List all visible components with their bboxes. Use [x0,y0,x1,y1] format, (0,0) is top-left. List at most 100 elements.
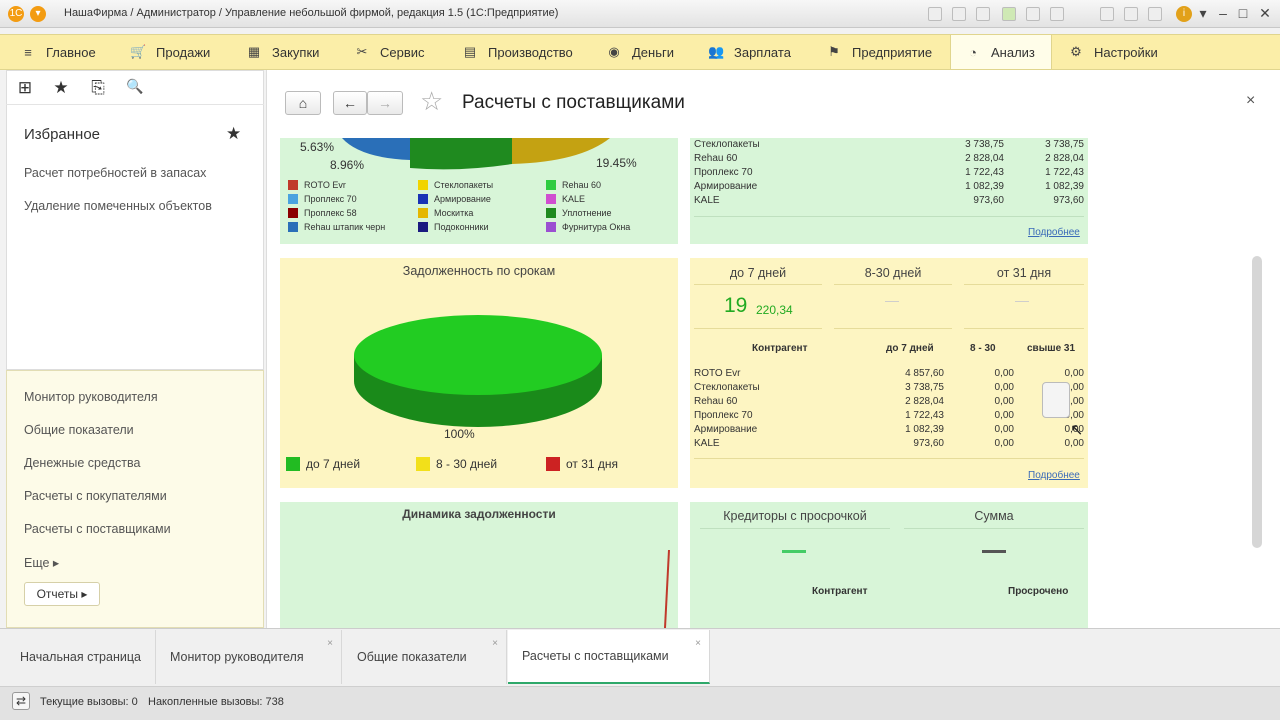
close-form-icon[interactable]: × [1246,92,1255,110]
calls-monitor-icon[interactable]: ⇄ [12,692,30,710]
history-icon[interactable] [1002,7,1016,21]
menu-item-production[interactable]: ▤ Производство [462,35,573,69]
notes-icon[interactable] [1124,7,1138,21]
tab-supplier-settlements[interactable]: Расчеты с поставщиками × [508,630,710,684]
table-cell: Проплекс 70 [694,167,753,178]
table-cell: 4 857,60 [905,368,944,379]
cart-icon: 🛒 [130,44,147,59]
accumulated-calls: Накопленные вызовы: 738 [148,696,284,708]
minimize-icon[interactable]: – [1214,5,1232,21]
favorite-star-icon[interactable]: ☆ [420,86,443,117]
menu-item-settings[interactable]: ⚙ Настройки [1068,35,1158,69]
legend-swatch [546,180,556,190]
legend-swatch [286,457,300,471]
legend-swatch [418,180,428,190]
table-cell: 973,60 [973,195,1004,206]
nav-more[interactable]: Еще ▸ [24,555,59,570]
favorites-icon[interactable] [1100,7,1114,21]
pie-label: 5.63% [300,140,335,154]
pie-label: 19.45% [596,156,637,170]
table-cell: 1 722,43 [1045,167,1084,178]
table-cell: 3 738,75 [965,139,1004,150]
column-header: Кредиторы с просрочкой [723,509,867,523]
divider [904,528,1084,529]
legend-item: Подоконники [418,222,489,232]
nav-monitor[interactable]: Монитор руководителя [24,390,158,404]
nav-customer-settlements[interactable]: Расчеты с покупателями [24,489,167,503]
close-icon[interactable]: × [492,638,498,649]
history-icon[interactable]: ⎘ [87,78,109,98]
legend-swatch [288,180,298,190]
favorite-item[interactable]: Расчет потребностей в запасах [24,166,206,180]
calendar-icon[interactable] [928,7,942,21]
app-menu-icon[interactable]: ▾ [30,6,46,22]
reports-button[interactable]: Отчеты ▸ [24,582,100,606]
menu-item-analysis[interactable]: ◔ Анализ [950,35,1052,69]
pie-slice [342,138,410,160]
table-cell: Rehau 60 [694,396,738,407]
menu-item-sales[interactable]: 🛒 Продажи [130,35,210,69]
table-cell: 1 082,39 [965,181,1004,192]
table-cell: 3 738,75 [905,382,944,393]
star-icon[interactable]: ★ [50,78,72,98]
legend-item: Rehau 60 [546,180,601,190]
table-cell: Стеклопакеты [694,139,760,150]
legend-item: Проплекс 70 [288,194,357,204]
grid-icon[interactable]: ⊞ [14,78,36,98]
home-button[interactable]: ⌂ [285,91,321,115]
tools-icon: ✂ [356,44,368,59]
table-cell: 1 722,43 [905,410,944,421]
tab-home[interactable]: Начальная страница [6,630,156,684]
app-logo-icon[interactable]: 1С [8,6,24,22]
star-icon[interactable]: ★ [226,124,241,144]
divider [834,284,952,285]
close-icon[interactable]: × [695,638,701,649]
scrollbar-thumb[interactable] [1252,256,1262,548]
table-cell: Rehau 60 [694,153,738,164]
menu-item-main[interactable]: ≡ Главное [20,35,95,69]
table-cell: 3 738,75 [1045,139,1084,150]
mouse-overlay-icon [1042,382,1070,418]
more-link[interactable]: Подробнее [1028,227,1080,238]
legend-item: ROTO Evr [288,180,346,190]
table-cell: 2 828,04 [965,153,1004,164]
restore-icon[interactable]: □ [1234,5,1252,21]
copy-icon[interactable] [976,7,990,21]
legend-item: KALE [546,194,585,204]
tab-general-indicators[interactable]: Общие показатели × [343,630,507,684]
table-cell: 973,60 [1053,195,1084,206]
close-icon[interactable]: ✕ [1256,5,1274,22]
column-header: до 7 дней [886,343,934,354]
gear-icon: ⚙ [1070,44,1082,59]
table-cell: 2 828,04 [905,396,944,407]
current-calls: Текущие вызовы: 0 [40,696,138,708]
legend-swatch [416,457,430,471]
favorite-item[interactable]: Удаление помеченных объектов [24,199,212,213]
forward-button[interactable]: → [367,91,403,115]
search-icon[interactable]: 🔍 [124,78,146,95]
more-link[interactable]: Подробнее [1028,470,1080,481]
kpi-value-fraction: 220,34 [756,303,793,317]
legend-item: 8 - 30 дней [416,457,497,471]
column-header: свыше 31 [1027,343,1076,354]
dropdown-icon[interactable]: ▾ [1194,5,1212,22]
menu-item-salary[interactable]: 👥 Зарплата [708,35,791,69]
column-header: Контрагент [812,586,868,597]
menu-item-enterprise[interactable]: ⚑ Предприятие [826,35,932,69]
close-icon[interactable]: × [327,638,333,649]
info-icon[interactable]: i [1176,6,1192,22]
table-cell: Армирование [694,424,758,435]
nav-cash[interactable]: Денежные средства [24,456,140,470]
print-icon[interactable] [1148,7,1162,21]
back-button[interactable]: ← [333,91,367,115]
window-title: НашаФирма / Администратор / Управление н… [64,7,559,19]
zoom-icon[interactable] [1050,7,1064,21]
calculator-icon[interactable] [952,7,966,21]
menu-item-service[interactable]: ✂ Сервис [354,35,425,69]
tab-monitor[interactable]: Монитор руководителя × [156,630,342,684]
bookmark-icon[interactable] [1026,7,1040,21]
nav-general-indicators[interactable]: Общие показатели [24,423,134,437]
menu-item-purchases[interactable]: ▦ Закупки [246,35,320,69]
nav-supplier-settlements[interactable]: Расчеты с поставщиками [24,522,171,536]
menu-item-money[interactable]: ◉ Деньги [606,35,674,69]
